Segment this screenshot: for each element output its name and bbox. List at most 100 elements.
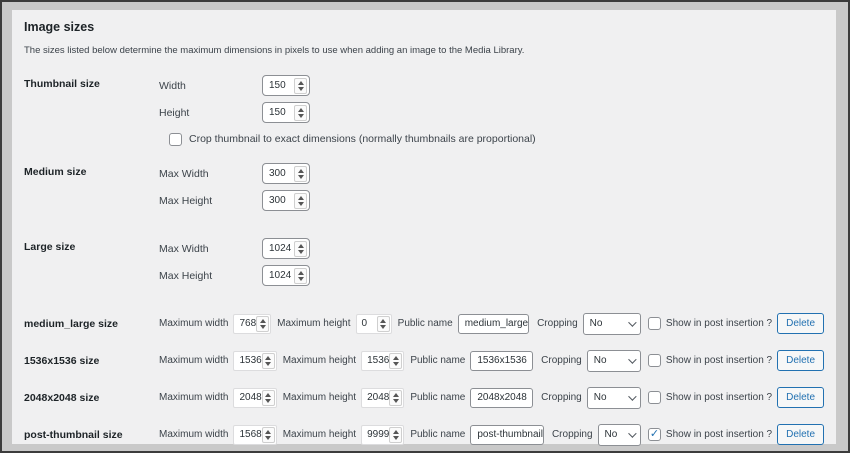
size-section: Medium size Max Width 300 Max Height 300: [24, 160, 824, 214]
spin-up-icon[interactable]: [260, 319, 266, 323]
spinner-control[interactable]: [294, 268, 307, 284]
public-name-label: Public name: [398, 318, 453, 329]
spin-up-icon[interactable]: [298, 271, 304, 275]
max-width-input[interactable]: 1568: [233, 425, 276, 445]
spinner-control[interactable]: [262, 427, 275, 443]
spin-down-icon[interactable]: [393, 399, 399, 403]
max-height-input[interactable]: 9999: [361, 425, 404, 445]
spin-up-icon[interactable]: [380, 319, 386, 323]
spin-down-icon[interactable]: [298, 202, 304, 206]
spinner-control[interactable]: [294, 241, 307, 257]
spin-up-icon[interactable]: [298, 244, 304, 248]
custom-size-name: medium_large size: [24, 318, 159, 330]
spin-down-icon[interactable]: [260, 325, 266, 329]
number-input[interactable]: 1024: [262, 238, 310, 259]
spin-up-icon[interactable]: [265, 356, 271, 360]
max-width-label: Maximum width: [159, 392, 228, 403]
show-in-post-checkbox[interactable]: [648, 317, 661, 330]
spinner-control[interactable]: [294, 193, 307, 209]
custom-size-row: 2048x2048 size Maximum width 2048 Maximu…: [24, 379, 824, 416]
spin-down-icon[interactable]: [298, 175, 304, 179]
spin-up-icon[interactable]: [298, 196, 304, 200]
spin-down-icon[interactable]: [265, 362, 271, 366]
cropping-value: No: [594, 392, 628, 403]
spinner-control[interactable]: [262, 353, 275, 369]
size-section: Thumbnail size Width 150 Height 150 Crop…: [24, 72, 824, 152]
spin-down-icon[interactable]: [265, 399, 271, 403]
spin-down-icon[interactable]: [265, 436, 271, 440]
spinner-control[interactable]: [256, 316, 269, 332]
spin-up-icon[interactable]: [393, 430, 399, 434]
public-name-input[interactable]: 2048x2048: [470, 388, 533, 408]
show-in-post-checkbox[interactable]: [648, 428, 661, 441]
chevron-down-icon: [628, 355, 636, 363]
public-name-input[interactable]: 1536x1536: [470, 351, 533, 371]
dimension-field-row: Max Height 1024: [159, 262, 824, 289]
public-name-value: 2048x2048: [477, 392, 527, 403]
spinner-control[interactable]: [389, 353, 402, 369]
delete-button[interactable]: Delete: [777, 313, 824, 334]
max-height-value: 0: [362, 318, 377, 329]
delete-button[interactable]: Delete: [777, 387, 824, 408]
max-width-input[interactable]: 1536: [233, 351, 276, 371]
spin-up-icon[interactable]: [298, 169, 304, 173]
number-value: 300: [269, 168, 294, 179]
number-input[interactable]: 1024: [262, 265, 310, 286]
public-name-input[interactable]: medium_large: [458, 314, 529, 334]
cropping-select[interactable]: No: [587, 387, 641, 409]
media-settings-page: { "panel": { "title": "Image sizes", "de…: [0, 0, 850, 453]
spin-up-icon[interactable]: [265, 430, 271, 434]
max-width-input[interactable]: 768: [233, 314, 271, 334]
spinner-control[interactable]: [389, 390, 402, 406]
spin-down-icon[interactable]: [393, 436, 399, 440]
dimension-field-row: Height 150: [159, 99, 824, 126]
builtin-sections: Thumbnail size Width 150 Height 150 Crop…: [24, 72, 824, 289]
spinner-control[interactable]: [294, 105, 307, 121]
number-input[interactable]: 150: [262, 75, 310, 96]
max-height-input[interactable]: 1536: [361, 351, 404, 371]
spinner-control[interactable]: [262, 390, 275, 406]
spin-down-icon[interactable]: [298, 87, 304, 91]
dimension-field-row: Max Width 1024: [159, 235, 824, 262]
section-label: Large size: [24, 235, 159, 253]
public-name-label: Public name: [410, 355, 465, 366]
cropping-select[interactable]: No: [598, 424, 641, 446]
spinner-control[interactable]: [294, 166, 307, 182]
spin-up-icon[interactable]: [393, 356, 399, 360]
spin-up-icon[interactable]: [393, 393, 399, 397]
cropping-select[interactable]: No: [583, 313, 641, 335]
spinner-control[interactable]: [389, 427, 402, 443]
number-input[interactable]: 300: [262, 163, 310, 184]
number-input[interactable]: 300: [262, 190, 310, 211]
public-name-input[interactable]: post-thumbnail: [470, 425, 544, 445]
number-input[interactable]: 150: [262, 102, 310, 123]
custom-size-row: medium_large size Maximum width 768 Maxi…: [24, 305, 824, 342]
spin-down-icon[interactable]: [298, 250, 304, 254]
max-width-input[interactable]: 2048: [233, 388, 276, 408]
show-in-post-checkbox[interactable]: [648, 354, 661, 367]
spinner-control[interactable]: [294, 78, 307, 94]
cropping-value: No: [605, 429, 628, 440]
spin-down-icon[interactable]: [298, 277, 304, 281]
cropping-label: Cropping: [541, 355, 582, 366]
cropping-select[interactable]: No: [587, 350, 641, 372]
delete-button[interactable]: Delete: [777, 424, 824, 445]
spin-up-icon[interactable]: [265, 393, 271, 397]
delete-button[interactable]: Delete: [777, 350, 824, 371]
cropping-value: No: [590, 318, 628, 329]
custom-size-name: post-thumbnail size: [24, 429, 159, 441]
page-description: The sizes listed below determine the max…: [24, 45, 824, 56]
max-height-value: 9999: [367, 429, 389, 440]
spin-down-icon[interactable]: [298, 114, 304, 118]
show-in-post-checkbox[interactable]: [648, 391, 661, 404]
max-height-input[interactable]: 0: [356, 314, 392, 334]
crop-checkbox-label: Crop thumbnail to exact dimensions (norm…: [189, 133, 536, 145]
spin-down-icon[interactable]: [393, 362, 399, 366]
max-height-input[interactable]: 2048: [361, 388, 404, 408]
crop-checkbox[interactable]: [169, 133, 182, 146]
page-title: Image sizes: [24, 20, 824, 34]
spin-up-icon[interactable]: [298, 108, 304, 112]
spinner-control[interactable]: [377, 316, 390, 332]
spin-down-icon[interactable]: [380, 325, 386, 329]
spin-up-icon[interactable]: [298, 81, 304, 85]
